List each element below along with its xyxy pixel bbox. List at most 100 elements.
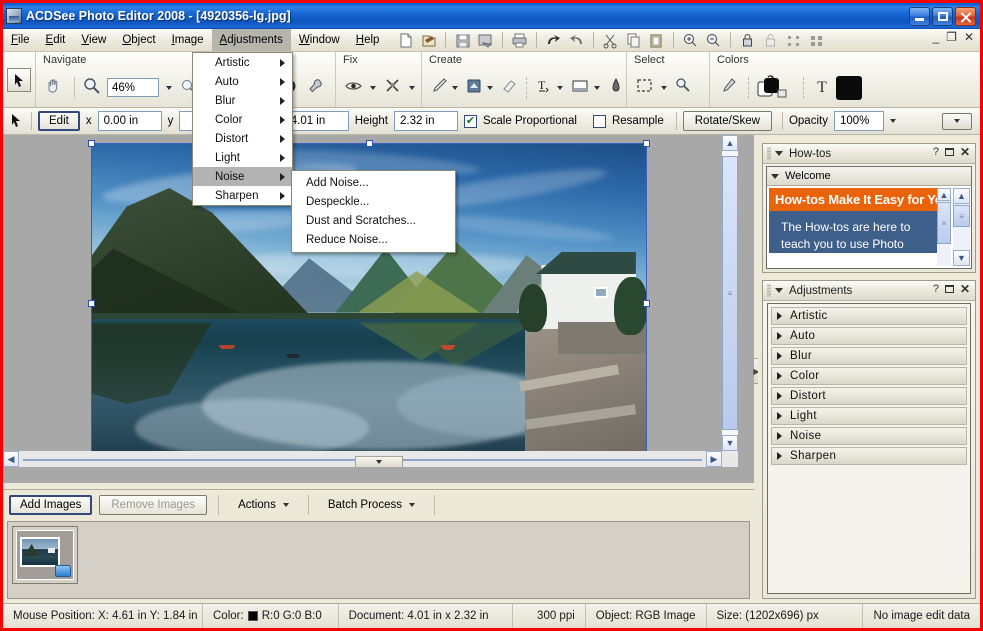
magnifier-icon[interactable] [82,76,104,99]
adjustment-item-light[interactable]: Light [771,407,967,425]
opacity-input[interactable]: 100% [833,111,884,131]
menu-object[interactable]: Object [114,29,163,51]
scroll-up-button[interactable]: ▲ [722,135,738,151]
marquee-select-icon[interactable] [634,75,658,100]
gradient-icon[interactable] [606,76,626,99]
menu-item-artistic[interactable]: Artistic [193,53,292,72]
text-color-icon[interactable]: T [811,79,833,97]
height-input[interactable]: 2.32 in [393,111,458,131]
submenu-item-dust-and-scratches[interactable]: Dust and Scratches... [292,211,455,230]
rotate-skew-button[interactable]: Rotate/Skew [682,111,772,131]
red-eye-dropdown-icon[interactable] [370,85,376,90]
adjustment-item-blur[interactable]: Blur [771,347,967,365]
panel-adjustments-help-button[interactable]: ? [933,283,939,295]
panel-collapse-tab[interactable] [355,456,403,468]
menu-item-distort[interactable]: Distort [193,129,292,148]
menu-item-noise[interactable]: Noise [193,167,292,186]
zoom-level-input[interactable]: 46% [107,78,159,97]
undo-icon[interactable] [543,31,564,50]
lock-icon[interactable] [737,31,758,50]
menu-view[interactable]: View [73,29,114,51]
cut-scissors-icon[interactable] [600,31,621,50]
new-document-icon[interactable] [395,31,416,50]
eyedropper-icon[interactable] [717,75,741,100]
menu-item-blur[interactable]: Blur [193,91,292,110]
red-eye-icon[interactable] [343,75,367,100]
howtos-outer-scroll-up[interactable]: ▲ [953,188,970,204]
options-overflow-button[interactable] [942,112,972,130]
shape-rect-icon[interactable] [569,76,591,99]
folder-icon[interactable] [55,565,71,577]
batch-process-menu-button[interactable]: Batch Process [320,499,423,511]
close-button[interactable] [955,6,976,26]
adjustment-item-distort[interactable]: Distort [771,387,967,405]
fit-image-icon[interactable] [783,31,804,50]
howtos-welcome-header[interactable]: Welcome [767,167,971,186]
resample-checkbox[interactable] [592,114,606,128]
menu-edit[interactable]: Edit [38,29,74,51]
text-dropdown-icon[interactable] [557,85,563,90]
adjustment-item-noise[interactable]: Noise [771,427,967,445]
width-input[interactable]: 4.01 in [284,111,349,131]
zoom-out-icon[interactable] [703,31,724,50]
add-images-button[interactable]: Add Images [9,495,93,515]
redo-icon[interactable] [566,31,587,50]
edit-button[interactable]: Edit [38,111,80,131]
open-folder-icon[interactable] [418,31,439,50]
submenu-item-despeckle[interactable]: Despeckle... [292,192,455,211]
submenu-item-add-noise[interactable]: Add Noise... [292,173,455,192]
zoom-dropdown-icon[interactable] [166,85,172,90]
adjustments-dropdown-menu[interactable]: Artistic Auto Blur Color Distort Light N… [192,52,293,206]
drag-grip-icon[interactable] [767,284,771,297]
magic-wand-icon[interactable] [673,75,697,100]
image-filmstrip[interactable] [7,521,750,599]
save-as-icon[interactable] [475,31,496,50]
fill-bucket-icon[interactable] [464,76,484,99]
scale-proportional-checkbox[interactable] [463,114,477,128]
pan-hand-icon[interactable] [43,75,67,100]
eraser-icon[interactable] [499,76,519,99]
howtos-inner-scroll-up[interactable]: ▲ [937,188,951,201]
menu-item-color[interactable]: Color [193,110,292,129]
menu-help[interactable]: Help [348,29,388,51]
collapse-triangle-icon[interactable] [775,288,783,293]
howtos-inner-scrollbar[interactable]: ▲ ≡ [937,188,951,266]
opacity-dropdown-icon[interactable] [889,119,896,123]
color-swatch-icon[interactable] [836,75,862,100]
brush-dropdown-icon[interactable] [452,85,458,90]
paste-icon[interactable] [646,31,667,50]
panel-adjustments-titlebar[interactable]: Adjustments ? ✕ [763,281,975,301]
maximize-button[interactable] [932,6,953,26]
drag-grip-icon[interactable] [767,147,771,160]
collapse-triangle-icon[interactable] [775,151,783,156]
blemish-dropdown-icon[interactable] [409,85,415,90]
menu-file[interactable]: File [3,29,38,51]
foreground-background-swatch-icon[interactable] [756,74,796,102]
minimize-button[interactable] [909,6,930,26]
fill-dropdown-icon[interactable] [487,85,493,90]
menu-item-light[interactable]: Light [193,148,292,167]
actions-menu-button[interactable]: Actions [230,499,297,511]
welcome-collapse-icon[interactable] [771,173,779,179]
panel-howtos-close-button[interactable]: ✕ [960,146,970,158]
vertical-scroll-track[interactable]: ≡ [722,151,738,435]
mdi-restore-button[interactable]: ❐ [946,31,957,43]
canvas-vertical-scrollbar[interactable]: ▲ ≡ ▼ [722,135,738,451]
unlock-icon[interactable] [760,31,781,50]
howtos-inner-scroll-thumb[interactable]: ≡ [937,202,951,244]
menu-item-sharpen[interactable]: Sharpen [193,186,292,205]
mdi-minimize-button[interactable]: _ [932,31,939,43]
arrow-pointer-icon[interactable] [7,67,31,92]
zoom-in-icon[interactable] [680,31,701,50]
scroll-down-button[interactable]: ▼ [722,435,738,451]
submenu-item-reduce-noise[interactable]: Reduce Noise... [292,230,455,249]
vertical-scroll-thumb[interactable]: ≡ [722,156,738,430]
panel-howtos-help-button[interactable]: ? [933,146,939,158]
panel-howtos-restore-button[interactable] [944,148,954,156]
adjustment-item-sharpen[interactable]: Sharpen [771,447,967,465]
panel-adjustments-close-button[interactable]: ✕ [960,283,970,295]
howtos-outer-scrollbar[interactable]: ▲ ≡ ▼ [953,188,970,266]
noise-submenu[interactable]: Add Noise... Despeckle... Dust and Scrat… [291,170,456,253]
x-input[interactable]: 0.00 in [97,111,162,131]
adjustment-item-color[interactable]: Color [771,367,967,385]
